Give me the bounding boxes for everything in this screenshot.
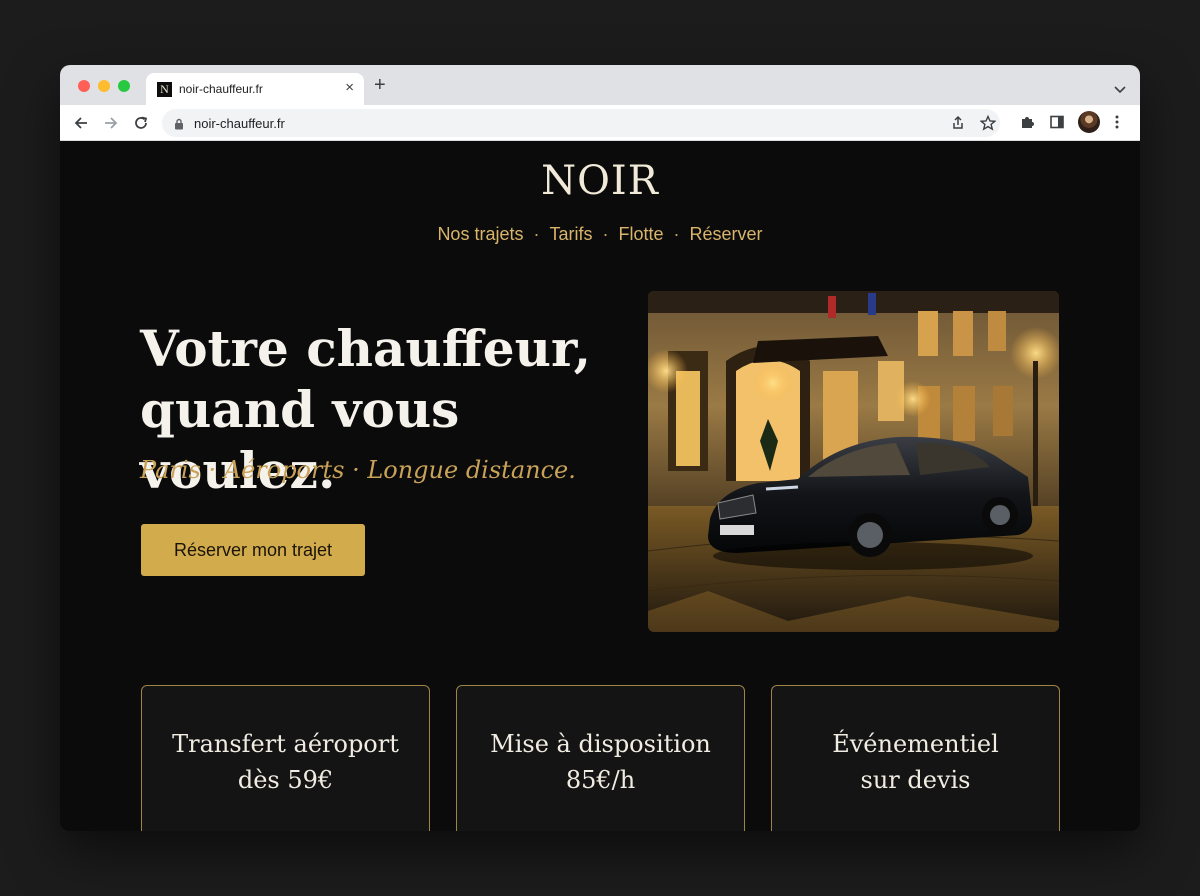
forward-arrow-icon[interactable]: [102, 114, 120, 137]
nav-separator: ·: [602, 224, 609, 244]
hero-car-image: [648, 291, 1059, 632]
chevron-down-icon[interactable]: [1114, 81, 1126, 99]
book-ride-button[interactable]: Réserver mon trajet: [141, 524, 365, 576]
service-title: Transfert aéroport: [172, 730, 399, 758]
web-page: NOIR Nos trajets · Tarifs · Flotte · Réserver …: [60, 142, 1140, 831]
hero-tagline: Paris · Aéroports · Longue distance.: [140, 456, 576, 484]
main-nav: Nos trajets · Tarifs · Flotte · Réserver: [60, 224, 1140, 245]
back-arrow-icon[interactable]: [72, 114, 90, 137]
browser-toolbar: noir-chauffeur.fr: [60, 105, 1140, 141]
address-bar[interactable]: noir-chauffeur.fr: [162, 109, 1000, 137]
browser-window: N noir-chauffeur.fr × + noir-chauffeur.f…: [60, 65, 1140, 831]
nav-link-reserver[interactable]: Réserver: [690, 224, 763, 244]
site-favicon-icon: N: [157, 82, 172, 97]
service-card-hourly[interactable]: Mise à disposition 85€/h: [456, 685, 745, 831]
tab-close-icon[interactable]: ×: [345, 80, 354, 96]
url-text: noir-chauffeur.fr: [194, 116, 285, 131]
nav-link-tarifs[interactable]: Tarifs: [549, 224, 592, 244]
extensions-puzzle-icon[interactable]: [1019, 114, 1035, 135]
maximize-window-button[interactable]: [118, 80, 130, 92]
service-card-airport[interactable]: Transfert aéroport dès 59€: [141, 685, 430, 831]
reload-icon[interactable]: [132, 114, 150, 137]
lock-icon: [174, 117, 184, 135]
service-card-text: Transfert aéroport dès 59€: [142, 726, 429, 798]
nav-link-flotte[interactable]: Flotte: [618, 224, 663, 244]
site-logo[interactable]: NOIR: [60, 158, 1140, 204]
nav-separator: ·: [673, 224, 680, 244]
tab-strip: N noir-chauffeur.fr × +: [60, 65, 1140, 105]
profile-avatar[interactable]: [1078, 111, 1100, 133]
more-menu-icon[interactable]: [1114, 114, 1120, 135]
bookmark-star-icon[interactable]: [979, 114, 997, 136]
share-icon[interactable]: [950, 115, 966, 136]
service-card-text: Événementiel sur devis: [772, 726, 1059, 798]
service-price: sur devis: [860, 766, 971, 794]
service-card-events[interactable]: Événementiel sur devis: [771, 685, 1060, 831]
service-title: Événementiel: [832, 730, 999, 758]
nav-separator: ·: [533, 224, 540, 244]
new-tab-button[interactable]: +: [374, 75, 386, 95]
service-card-text: Mise à disposition 85€/h: [457, 726, 744, 798]
nav-link-nos-trajets[interactable]: Nos trajets: [437, 224, 523, 244]
hero-title-line-1: Votre chauffeur,: [140, 319, 592, 378]
browser-tab[interactable]: N noir-chauffeur.fr ×: [146, 73, 364, 105]
minimize-window-button[interactable]: [98, 80, 110, 92]
close-window-button[interactable]: [78, 80, 90, 92]
service-title: Mise à disposition: [490, 730, 711, 758]
service-price: 85€/h: [565, 766, 636, 794]
service-price: dès 59€: [237, 766, 334, 794]
side-panel-icon[interactable]: [1049, 114, 1065, 135]
tab-title: noir-chauffeur.fr: [179, 82, 263, 96]
